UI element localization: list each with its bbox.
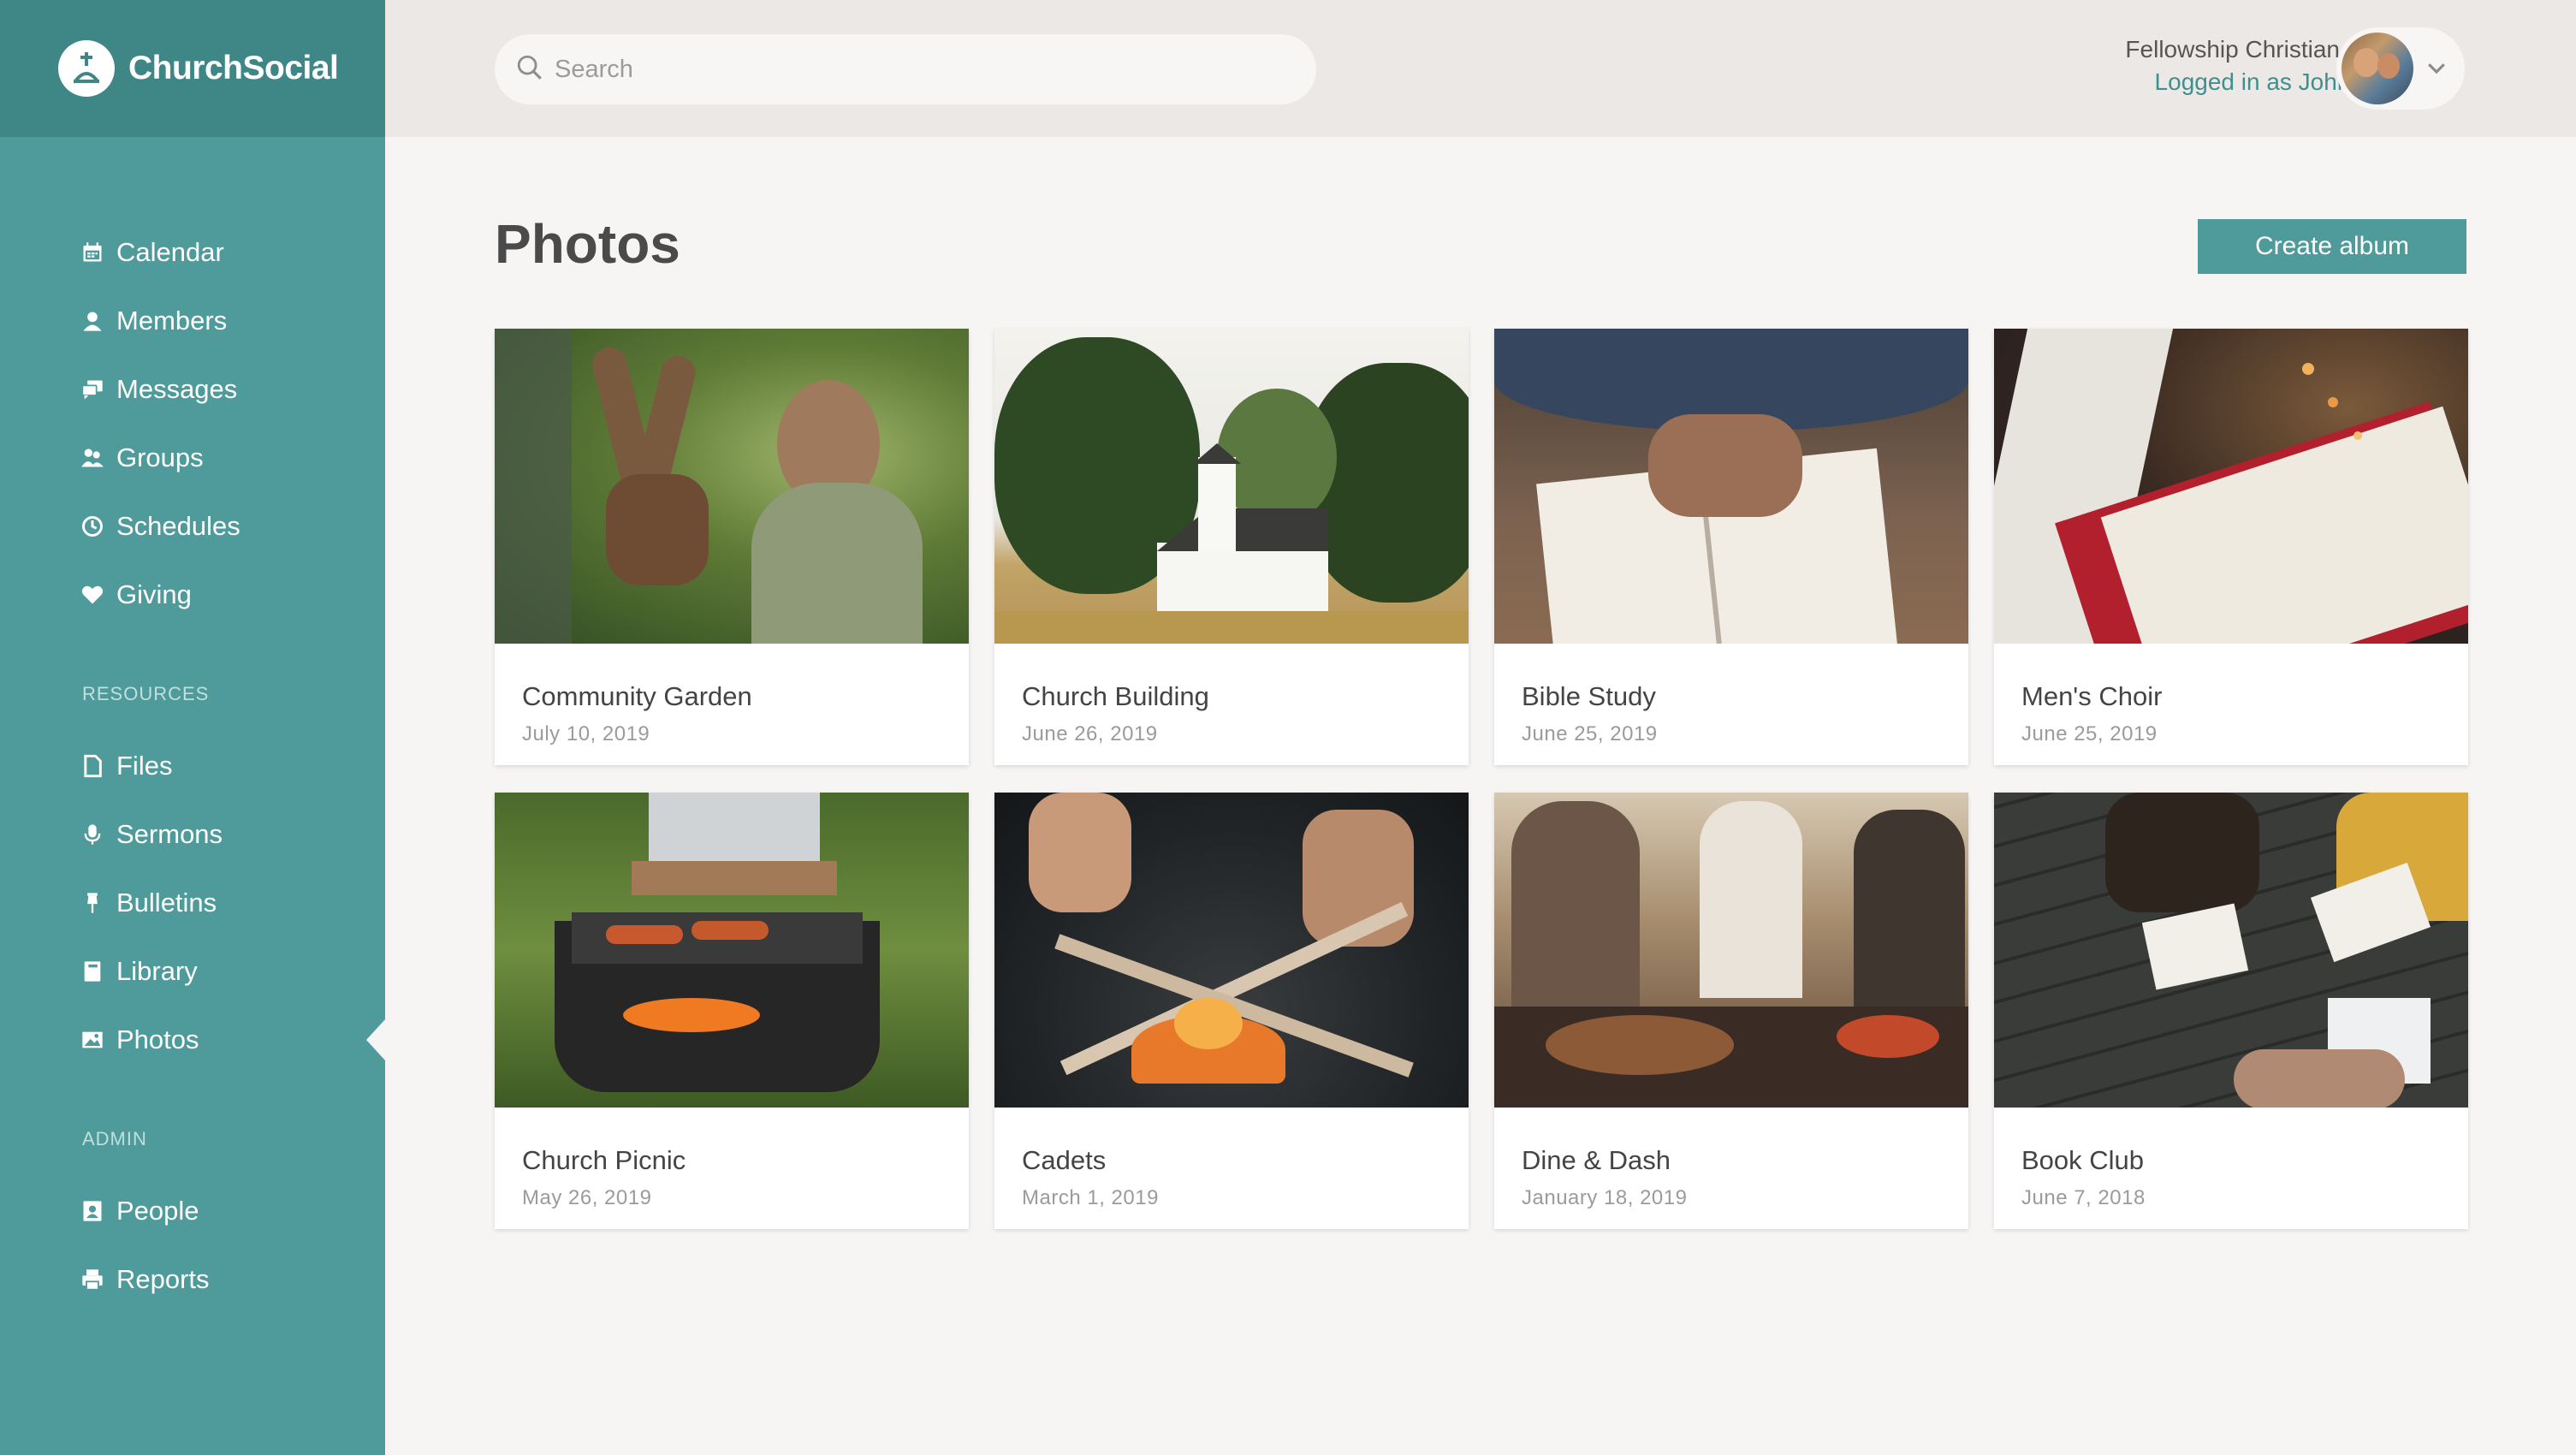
sidebar-item-label: Members bbox=[116, 306, 228, 336]
user-icon bbox=[80, 309, 104, 333]
avatar bbox=[2342, 33, 2413, 104]
album-title: Cadets bbox=[1022, 1145, 1107, 1175]
album-card[interactable]: Church Building June 26, 2019 bbox=[994, 329, 1469, 765]
album-title: Community Garden bbox=[522, 681, 752, 711]
sidebar-item-label: Library bbox=[116, 956, 198, 986]
pin-icon bbox=[80, 891, 104, 915]
album-title: Dine & Dash bbox=[1522, 1145, 1671, 1175]
chevron-down-icon bbox=[2428, 63, 2445, 74]
album-card[interactable]: Cadets March 1, 2019 bbox=[994, 793, 1469, 1229]
sidebar-item-label: Photos bbox=[116, 1024, 199, 1054]
groups-icon bbox=[80, 446, 104, 470]
album-thumbnail bbox=[495, 329, 969, 644]
album-card[interactable]: Dine & Dash January 18, 2019 bbox=[1494, 793, 1968, 1229]
album-thumbnail bbox=[1494, 793, 1968, 1108]
album-thumbnail bbox=[1494, 329, 1968, 644]
sidebar-item-sermons[interactable]: Sermons bbox=[80, 813, 223, 856]
album-title: Bible Study bbox=[1522, 681, 1656, 711]
resources-heading: RESOURCES bbox=[82, 683, 210, 704]
sidebar: ChurchSocial Calendar Members Messages G… bbox=[0, 0, 385, 1455]
album-thumbnail bbox=[994, 329, 1469, 644]
album-title: Book Club bbox=[2021, 1145, 2145, 1175]
book-icon bbox=[80, 959, 104, 983]
sidebar-item-giving[interactable]: Giving bbox=[80, 573, 192, 616]
sidebar-item-label: Schedules bbox=[116, 511, 240, 541]
active-indicator bbox=[366, 1019, 385, 1060]
album-date: July 10, 2019 bbox=[522, 722, 650, 745]
sidebar-item-library[interactable]: Library bbox=[80, 950, 198, 993]
album-date: June 25, 2019 bbox=[1522, 722, 1658, 745]
church-logo-icon bbox=[58, 40, 115, 97]
sidebar-item-label: Files bbox=[116, 751, 173, 781]
top-bar: Fellowship Christian Church Logged in as… bbox=[385, 0, 2576, 137]
create-album-button[interactable]: Create album bbox=[2198, 219, 2466, 274]
album-date: June 25, 2019 bbox=[2021, 722, 2158, 745]
search-box[interactable] bbox=[495, 34, 1316, 104]
sidebar-item-label: Reports bbox=[116, 1264, 210, 1294]
calendar-icon bbox=[80, 241, 104, 264]
album-date: March 1, 2019 bbox=[1022, 1186, 1159, 1209]
sidebar-item-people[interactable]: People bbox=[80, 1190, 199, 1232]
sidebar-item-calendar[interactable]: Calendar bbox=[80, 231, 224, 274]
album-card[interactable]: Bible Study June 25, 2019 bbox=[1494, 329, 1968, 765]
album-title: Men's Choir bbox=[2021, 681, 2163, 711]
album-card[interactable]: Church Picnic May 26, 2019 bbox=[495, 793, 969, 1229]
sidebar-item-reports[interactable]: Reports bbox=[80, 1258, 210, 1301]
album-thumbnail bbox=[1994, 329, 2468, 644]
sidebar-item-label: Groups bbox=[116, 442, 204, 472]
album-thumbnail bbox=[1994, 793, 2468, 1108]
sidebar-item-label: Messages bbox=[116, 374, 238, 404]
album-card[interactable]: Men's Choir June 25, 2019 bbox=[1994, 329, 2468, 765]
album-date: January 18, 2019 bbox=[1522, 1186, 1688, 1209]
sidebar-item-label: Bulletins bbox=[116, 888, 217, 918]
album-date: May 26, 2019 bbox=[522, 1186, 652, 1209]
sidebar-item-photos[interactable]: Photos bbox=[80, 1018, 199, 1061]
page-title: Photos bbox=[495, 213, 680, 275]
heart-icon bbox=[80, 583, 104, 607]
image-icon bbox=[80, 1028, 104, 1052]
search-input[interactable] bbox=[555, 55, 1291, 84]
contact-icon bbox=[80, 1199, 104, 1223]
sidebar-item-label: Giving bbox=[116, 579, 192, 609]
album-card[interactable]: Community Garden July 10, 2019 bbox=[495, 329, 969, 765]
album-thumbnail bbox=[994, 793, 1469, 1108]
sidebar-item-label: People bbox=[116, 1196, 199, 1226]
sidebar-item-files[interactable]: Files bbox=[80, 745, 172, 787]
file-icon bbox=[80, 754, 104, 778]
brand-bar[interactable]: ChurchSocial bbox=[0, 0, 385, 137]
sidebar-item-schedules[interactable]: Schedules bbox=[80, 505, 240, 548]
search-icon bbox=[515, 53, 544, 86]
album-title: Church Building bbox=[1022, 681, 1209, 711]
admin-heading: ADMIN bbox=[82, 1128, 147, 1149]
brand-name: ChurchSocial bbox=[128, 50, 339, 86]
album-title: Church Picnic bbox=[522, 1145, 686, 1175]
album-thumbnail bbox=[495, 793, 969, 1108]
album-card[interactable]: Book Club June 7, 2018 bbox=[1994, 793, 2468, 1229]
sidebar-item-members[interactable]: Members bbox=[80, 300, 227, 342]
sidebar-item-messages[interactable]: Messages bbox=[80, 368, 237, 411]
chat-icon bbox=[80, 377, 104, 401]
microphone-icon bbox=[80, 823, 104, 846]
sidebar-item-label: Calendar bbox=[116, 237, 224, 267]
album-date: June 26, 2019 bbox=[1022, 722, 1158, 745]
sidebar-item-groups[interactable]: Groups bbox=[80, 436, 204, 479]
sidebar-item-bulletins[interactable]: Bulletins bbox=[80, 882, 217, 924]
user-menu-button[interactable] bbox=[2336, 27, 2465, 110]
printer-icon bbox=[80, 1268, 104, 1292]
clock-icon bbox=[80, 514, 104, 538]
album-date: June 7, 2018 bbox=[2021, 1186, 2146, 1209]
sidebar-item-label: Sermons bbox=[116, 819, 223, 849]
